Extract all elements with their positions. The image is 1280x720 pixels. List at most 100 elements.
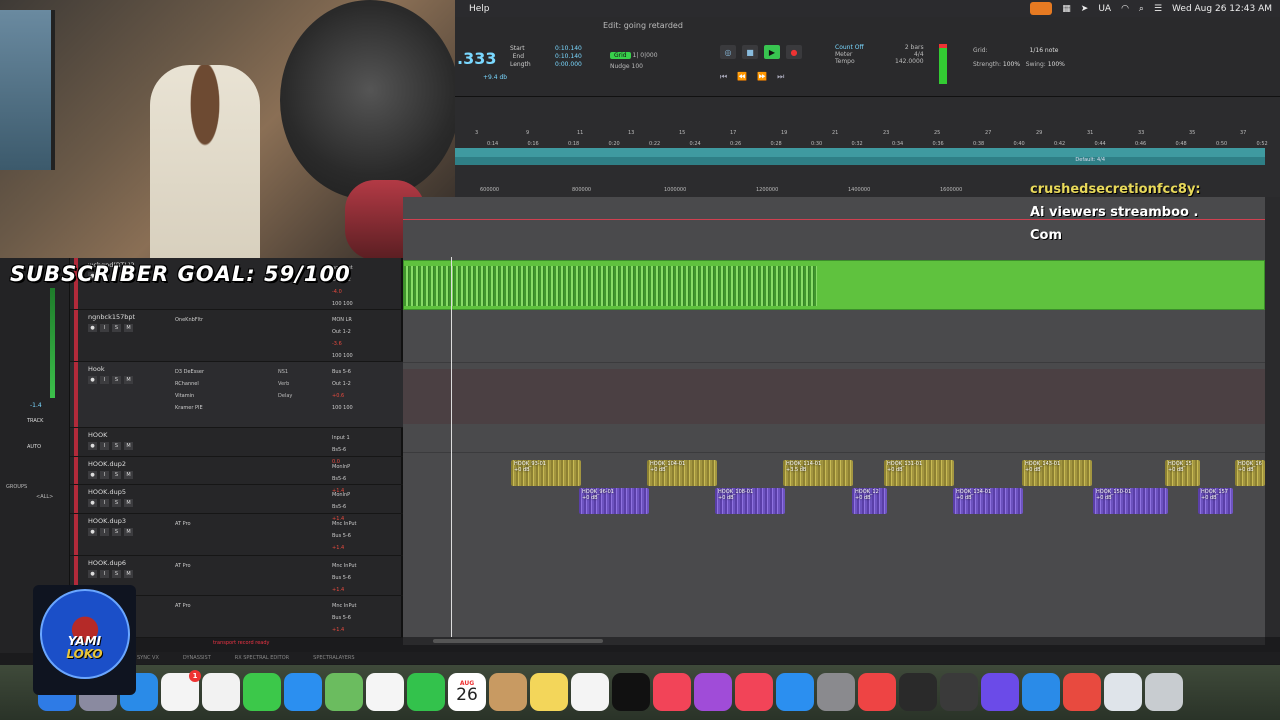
solo-button[interactable]: S xyxy=(112,499,121,507)
solo-button[interactable]: S xyxy=(112,528,121,536)
mail-icon[interactable] xyxy=(284,673,322,711)
record-arm-button[interactable]: ● xyxy=(88,324,97,332)
plugin-tab[interactable]: RX SPECTRAL EDITOR xyxy=(235,655,289,661)
output-select[interactable]: Bs5-6 xyxy=(332,501,350,513)
menubar-datetime[interactable]: Wed Aug 26 12:43 AM xyxy=(1172,4,1272,14)
mute-button[interactable]: M xyxy=(124,471,133,479)
input-monitor-button[interactable]: I xyxy=(100,528,109,536)
meter-marker[interactable]: Default: 4/4 xyxy=(1075,157,1105,163)
audio-clip[interactable]: HOOK_131-01 +0 dB xyxy=(884,460,954,486)
output-select[interactable]: Bus 5-6 xyxy=(332,530,357,542)
notes-icon[interactable] xyxy=(530,673,568,711)
freeform-icon[interactable] xyxy=(571,673,609,711)
record-arm-button[interactable]: ● xyxy=(88,376,97,384)
main-counter[interactable]: .333 xyxy=(457,49,496,68)
output-select[interactable]: Out 1-2 xyxy=(332,326,353,338)
audio-clip[interactable]: HOOK_108-01 +0 dB xyxy=(715,488,785,514)
start-value[interactable]: 0:10.140 xyxy=(555,45,582,53)
solo-button[interactable]: S xyxy=(112,324,121,332)
record-arm-button[interactable]: ● xyxy=(88,528,97,536)
podcasts-icon[interactable] xyxy=(694,673,732,711)
location-icon[interactable]: ➤ xyxy=(1081,4,1089,14)
audio-clip[interactable]: HOOK_96-01 +0 dB xyxy=(579,488,649,514)
audio-clip[interactable]: HOOK_104-01 +0 dB xyxy=(647,460,717,486)
mute-button[interactable]: M xyxy=(124,499,133,507)
record-button[interactable]: ● xyxy=(786,45,802,59)
music-folder-icon[interactable] xyxy=(1104,673,1142,711)
track-header[interactable]: HOOK.dup5 ● I S M MonInP Bs5-6 +1.4 xyxy=(70,485,403,522)
insert-slot[interactable]: RChannel xyxy=(175,378,204,390)
track-header[interactable]: HOOK.dup3 ● I S M AT Pro Mnc InPut Bus 5-6 +1.4 xyxy=(70,514,403,556)
nudge-label[interactable]: Nudge xyxy=(610,63,630,70)
left-volume[interactable]: -1.4 xyxy=(30,402,42,409)
grid-set-value[interactable]: 1/16 note xyxy=(1030,47,1059,54)
track-header[interactable]: HOOK.dup2 ● I S M MonInP Bs5-6 +1.4 xyxy=(70,457,403,494)
input-select[interactable]: Mnc InPut xyxy=(332,600,357,612)
audio-clip[interactable]: HOOK_157 +0 dB xyxy=(1198,488,1233,514)
mute-button[interactable]: M xyxy=(124,324,133,332)
audio-clip[interactable]: HOOK_114-01 +3.5 dB xyxy=(783,460,853,486)
volume-value[interactable]: -3.6 xyxy=(332,338,353,350)
insert-slot[interactable]: OneKnbFltr xyxy=(175,314,203,326)
audio-tool-2-icon[interactable] xyxy=(940,673,978,711)
send-slot[interactable]: Verb xyxy=(278,378,292,390)
track-name[interactable]: HOOK.dup6 xyxy=(88,559,126,567)
insert-slot[interactable]: Vitamin xyxy=(175,390,204,402)
chrome-icon[interactable] xyxy=(202,673,240,711)
insert-slot[interactable]: AT Pro xyxy=(175,518,191,530)
send-slot[interactable]: Delay xyxy=(278,390,292,402)
swing-value[interactable]: 100% xyxy=(1048,61,1065,68)
pan-value[interactable]: 100 100 xyxy=(332,350,353,362)
vertical-scrollbar[interactable] xyxy=(1265,197,1280,637)
facetime-icon[interactable] xyxy=(407,673,445,711)
end-value[interactable]: 0:10.140 xyxy=(555,53,582,61)
input-monitor-button[interactable]: I xyxy=(100,324,109,332)
audio-clip[interactable]: HOOK_143-01 +0 dB xyxy=(1022,460,1092,486)
audio-clip-beat[interactable] xyxy=(403,260,1265,310)
maps-icon[interactable] xyxy=(325,673,363,711)
track-name[interactable]: Hook xyxy=(88,365,105,373)
screen-recording-icon[interactable] xyxy=(1030,2,1053,15)
pan-value[interactable]: 100 100 xyxy=(332,402,353,414)
edit-timeline[interactable]: HOOK_93-01 +0 dB HOOK_104-01 +0 dB HOOK_114-… xyxy=(403,197,1265,637)
end-icon[interactable]: ⏭ xyxy=(777,72,784,82)
track-name[interactable]: HOOK.dup3 xyxy=(88,517,126,525)
auto-label[interactable]: AUTO xyxy=(27,444,41,450)
output-select[interactable]: Bus 5-6 xyxy=(332,612,357,624)
mute-button[interactable]: M xyxy=(124,442,133,450)
insert-slot[interactable]: Kramer PIE xyxy=(175,402,204,414)
output-select[interactable]: Bs5-6 xyxy=(332,444,350,456)
play-button[interactable]: ▶ xyxy=(764,45,780,59)
record-arm-button[interactable]: ● xyxy=(88,499,97,507)
menu-help[interactable]: Help xyxy=(469,4,490,14)
app-store-icon[interactable] xyxy=(776,673,814,711)
output-select[interactable]: Out 1-2 xyxy=(332,378,353,390)
plugin-tab[interactable]: SYNC VX xyxy=(137,655,159,661)
bars-value[interactable]: 2 bars xyxy=(895,44,924,51)
solo-button[interactable]: S xyxy=(112,471,121,479)
tempo-ruler[interactable] xyxy=(455,148,1265,157)
input-monitor-button[interactable]: I xyxy=(100,442,109,450)
plugin-tab[interactable]: DYNASSIST xyxy=(183,655,211,661)
wifi-icon[interactable]: ◠ xyxy=(1121,4,1129,14)
rewind-icon[interactable]: ⏪ xyxy=(737,72,747,82)
news-icon[interactable] xyxy=(735,673,773,711)
audio-clip[interactable]: HOOK_150-01 +0 dB xyxy=(1093,488,1168,514)
grid-value[interactable]: 1| 0|000 xyxy=(633,52,658,59)
audio-clip[interactable]: HOOK_15 +0 dB xyxy=(1165,460,1200,486)
grid-icon[interactable]: ▦ xyxy=(1062,4,1071,14)
playhead[interactable] xyxy=(451,257,452,637)
mute-button[interactable]: M xyxy=(124,528,133,536)
audio-clip[interactable]: HOOK_16 +0 dB xyxy=(1235,460,1265,486)
volume-value[interactable]: -4.0 xyxy=(332,286,353,298)
output-select[interactable]: Bs5-6 xyxy=(332,473,350,485)
rtz-icon[interactable]: ⏮ xyxy=(720,72,727,82)
lane-2[interactable] xyxy=(403,310,1265,363)
lane-hook[interactable] xyxy=(403,424,1265,453)
output-select[interactable]: Bus 5-6 xyxy=(332,572,357,584)
input-select[interactable]: MonInP xyxy=(332,489,350,501)
search-icon[interactable]: ⌕ xyxy=(1139,4,1144,14)
mute-button[interactable]: M xyxy=(124,570,133,578)
record-arm-button[interactable]: ● xyxy=(88,442,97,450)
pro-tools-icon[interactable] xyxy=(981,673,1019,711)
